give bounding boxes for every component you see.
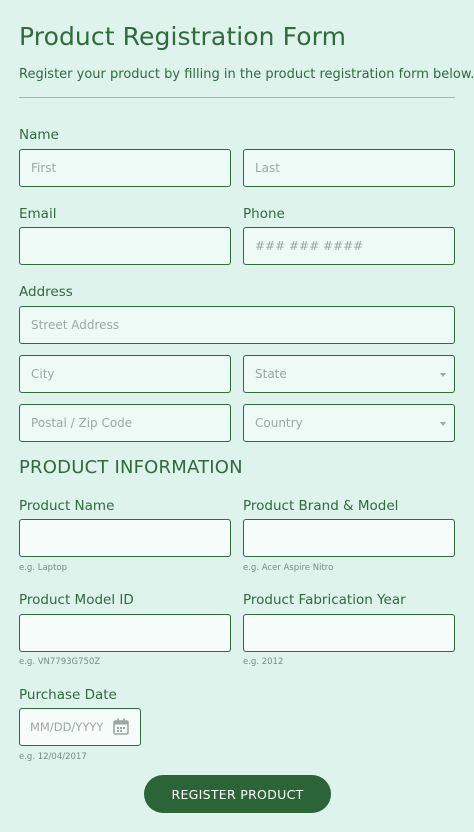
email-input[interactable]	[19, 227, 231, 265]
fabrication-year-hint: e.g. 2012	[243, 657, 284, 667]
product-name-input[interactable]	[19, 519, 231, 557]
model-id-input[interactable]	[19, 614, 231, 652]
street-address-input[interactable]	[19, 306, 455, 344]
purchase-date-field[interactable]: MM/DD/YYYY	[19, 708, 141, 746]
phone-label: Phone	[243, 206, 285, 222]
last-name-input[interactable]	[243, 149, 455, 187]
name-label: Name	[19, 127, 59, 143]
brand-model-input[interactable]	[243, 519, 455, 557]
email-label: Email	[19, 206, 57, 222]
chevron-down-icon	[440, 422, 446, 426]
state-select-value: State	[255, 367, 287, 381]
phone-input[interactable]	[243, 227, 455, 265]
first-name-input[interactable]	[19, 149, 231, 187]
brand-model-label: Product Brand & Model	[243, 498, 399, 514]
purchase-date-label: Purchase Date	[19, 687, 117, 703]
city-input[interactable]	[19, 355, 231, 393]
model-id-label: Product Model ID	[19, 592, 134, 608]
calendar-icon[interactable]	[113, 718, 129, 735]
product-name-label: Product Name	[19, 498, 115, 514]
product-name-hint: e.g. Laptop	[19, 563, 67, 573]
form-title: Product Registration Form	[19, 22, 347, 51]
purchase-date-hint: e.g. 12/04/2017	[19, 752, 87, 762]
chevron-down-icon	[440, 373, 446, 377]
address-label: Address	[19, 284, 73, 300]
fabrication-year-label: Product Fabrication Year	[243, 592, 406, 608]
divider	[19, 97, 455, 98]
form-subtitle: Register your product by filling in the …	[19, 67, 474, 82]
state-select[interactable]: State	[243, 355, 455, 393]
register-product-button[interactable]: REGISTER PRODUCT	[144, 775, 331, 813]
product-information-heading: PRODUCT INFORMATION	[19, 457, 243, 478]
fabrication-year-input[interactable]	[243, 614, 455, 652]
purchase-date-placeholder: MM/DD/YYYY	[30, 720, 104, 734]
postal-code-input[interactable]	[19, 404, 231, 442]
country-select-value: Country	[255, 416, 303, 430]
country-select[interactable]: Country	[243, 404, 455, 442]
model-id-hint: e.g. VN7793G750Z	[19, 657, 101, 667]
brand-model-hint: e.g. Acer Aspire Nitro	[243, 563, 334, 573]
